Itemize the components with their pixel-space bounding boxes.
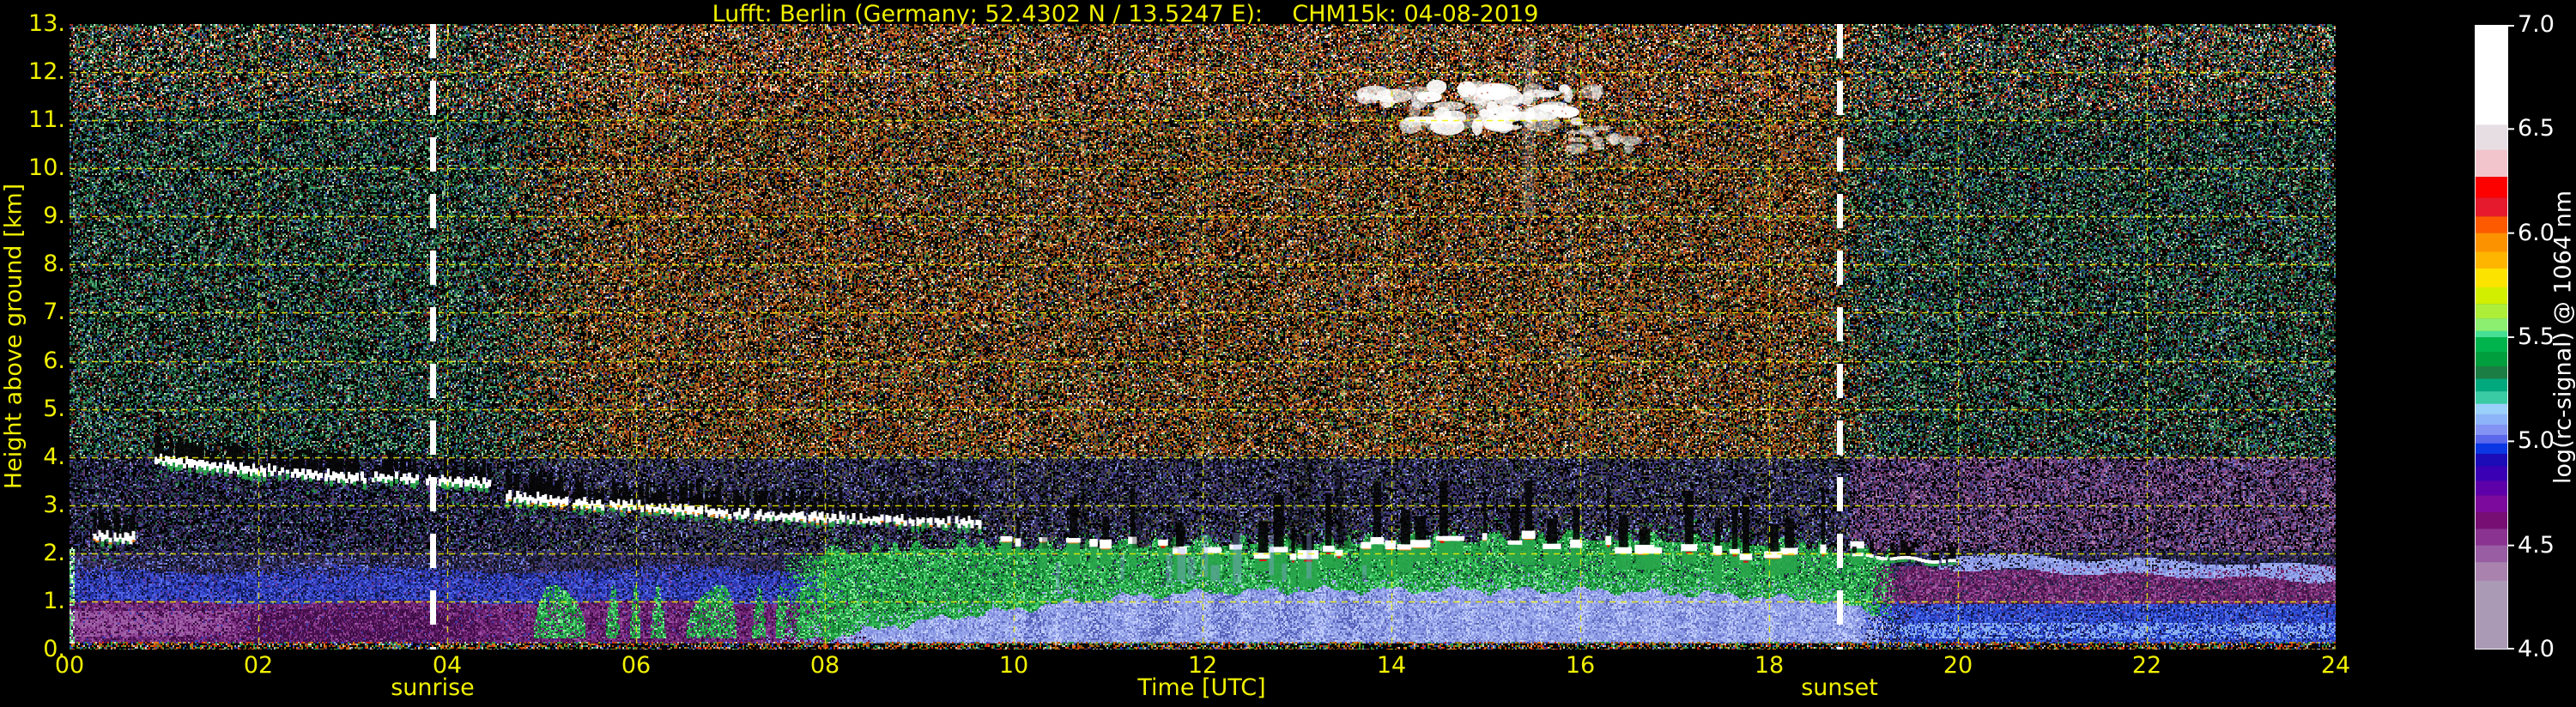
x-tick-label: 08 [809,652,840,679]
y-tick-label: 5. [43,395,65,422]
x-tick-label: 04 [432,652,463,679]
colorbar-tick-label: 4.5 [2518,531,2555,559]
colorbar-tick-label: 5.5 [2518,323,2555,350]
x-tick-label: 22 [2131,652,2162,679]
y-tick-label: 12. [28,58,65,86]
y-tick-label: 10. [28,154,65,182]
x-tick-label: 12 [1187,652,1218,679]
y-tick-label: 7. [43,299,65,326]
colorbar-tick-label: 7.0 [2518,11,2555,38]
ceilometer-heatmap-canvas [70,24,2336,650]
x-axis-label: Time [UTC] [1137,674,1266,701]
x-tick-label: 10 [998,652,1029,679]
colorbar-tick-label: 6.0 [2518,219,2555,246]
y-tick-label: 4. [43,443,65,470]
x-tick-label: 18 [1754,652,1785,679]
y-tick-label: 9. [43,202,65,230]
sunset-annotation: sunset [1801,674,1878,701]
x-tick-label: 06 [621,652,652,679]
x-tick-label: 24 [2320,652,2351,679]
x-tick-label: 02 [243,652,274,679]
y-tick-label: 3. [43,491,65,518]
x-tick-label: 00 [54,652,85,679]
ceilometer-quicklook: Lufft: Berlin (Germany; 52.4302 N / 13.5… [0,0,2576,707]
sunrise-annotation: sunrise [391,674,475,701]
y-tick-label: 11. [28,106,65,134]
y-tick-label: 2. [43,539,65,566]
colorbar-tick-label: 4.0 [2518,636,2555,662]
colorbar-tick-label: 5.0 [2518,427,2555,455]
colorbar-tick-label: 6.5 [2518,115,2555,142]
x-tick-label: 20 [1943,652,1973,679]
x-tick-label: 14 [1376,652,1407,679]
y-tick-label: 1. [43,587,65,614]
x-tick-label: 16 [1565,652,1596,679]
y-tick-label: 13. [28,9,65,37]
y-tick-label: 8. [43,251,65,278]
y-tick-label: 6. [43,347,65,374]
colorbar-canvas [2475,25,2514,650]
